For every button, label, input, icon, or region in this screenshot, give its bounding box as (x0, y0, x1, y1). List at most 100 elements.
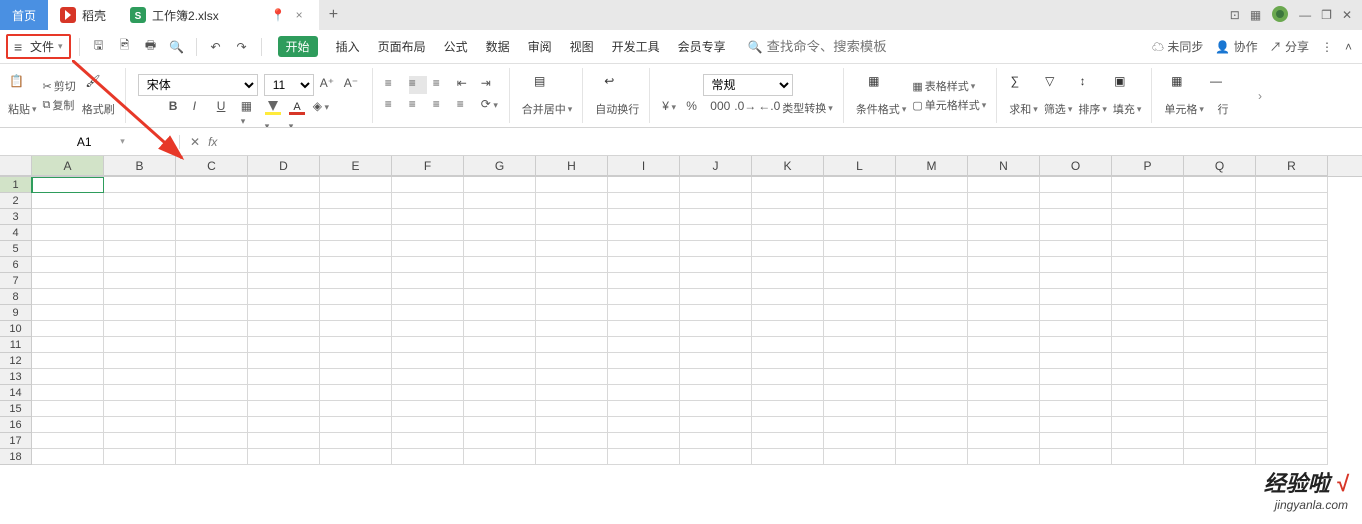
cell[interactable] (824, 225, 896, 241)
cell[interactable] (248, 273, 320, 289)
cell[interactable] (1256, 433, 1328, 449)
cell[interactable] (104, 289, 176, 305)
row-header[interactable]: 8 (0, 289, 32, 305)
indent-inc-icon[interactable]: ⇥ (481, 76, 499, 94)
cell[interactable] (248, 385, 320, 401)
cell[interactable] (752, 417, 824, 433)
cancel-fx-icon[interactable]: ✕ (190, 135, 200, 149)
cell[interactable] (1112, 449, 1184, 465)
cell[interactable] (464, 225, 536, 241)
cell[interactable] (104, 225, 176, 241)
coop-button[interactable]: 👤 协作 (1215, 38, 1257, 55)
cell[interactable] (32, 177, 104, 193)
cell[interactable] (896, 369, 968, 385)
row-header[interactable]: 10 (0, 321, 32, 337)
cell[interactable] (1112, 177, 1184, 193)
cell[interactable] (464, 433, 536, 449)
cell[interactable] (608, 401, 680, 417)
cell[interactable] (248, 433, 320, 449)
more-icon[interactable]: ⋮ (1321, 40, 1333, 54)
cell[interactable] (248, 193, 320, 209)
cell[interactable] (1256, 241, 1328, 257)
cell[interactable] (1184, 417, 1256, 433)
cell[interactable] (752, 273, 824, 289)
cell[interactable] (680, 353, 752, 369)
layout2-icon[interactable]: ▦ (1250, 8, 1261, 22)
cell[interactable] (32, 337, 104, 353)
bold-icon[interactable]: B (169, 99, 187, 117)
row-header[interactable]: 9 (0, 305, 32, 321)
cell[interactable] (1184, 353, 1256, 369)
cell[interactable] (464, 273, 536, 289)
cell[interactable] (464, 385, 536, 401)
row-header[interactable]: 14 (0, 385, 32, 401)
cell[interactable] (896, 337, 968, 353)
row-header[interactable]: 13 (0, 369, 32, 385)
name-box[interactable]: ▾ (0, 135, 180, 149)
cell[interactable] (824, 305, 896, 321)
cell[interactable] (176, 193, 248, 209)
cell[interactable] (680, 225, 752, 241)
cell[interactable] (392, 337, 464, 353)
cell[interactable] (320, 289, 392, 305)
cell[interactable] (1184, 225, 1256, 241)
tab-home[interactable]: 首页 (0, 0, 48, 30)
underline-icon[interactable]: U (217, 99, 235, 117)
cell[interactable] (1256, 401, 1328, 417)
cell[interactable] (680, 417, 752, 433)
cell[interactable] (104, 417, 176, 433)
cell[interactable] (104, 273, 176, 289)
col-header-I[interactable]: I (608, 156, 680, 176)
font-size-select[interactable]: 11 (264, 74, 314, 96)
cell[interactable] (320, 353, 392, 369)
col-header-K[interactable]: K (752, 156, 824, 176)
number-format-select[interactable]: 常规 (703, 74, 793, 96)
cell[interactable] (752, 401, 824, 417)
cell[interactable] (680, 369, 752, 385)
cell[interactable] (104, 257, 176, 273)
unsync-button[interactable]: ☁ 未同步 (1152, 38, 1203, 55)
cell[interactable] (752, 289, 824, 305)
cell[interactable] (1040, 449, 1112, 465)
cell[interactable] (536, 449, 608, 465)
cell[interactable] (392, 305, 464, 321)
cell[interactable] (896, 289, 968, 305)
cell[interactable] (248, 177, 320, 193)
cell[interactable] (608, 385, 680, 401)
cell[interactable] (32, 289, 104, 305)
tab-document[interactable]: S 工作簿2.xlsx 📍 × (118, 0, 319, 30)
cell[interactable] (680, 273, 752, 289)
cell[interactable] (968, 353, 1040, 369)
row-header[interactable]: 15 (0, 401, 32, 417)
cell[interactable] (464, 401, 536, 417)
cell[interactable] (248, 241, 320, 257)
cell[interactable] (536, 353, 608, 369)
cell[interactable] (1112, 193, 1184, 209)
cell[interactable] (392, 385, 464, 401)
collapse-ribbon-icon[interactable]: ˄ (1345, 40, 1352, 54)
cell[interactable] (392, 241, 464, 257)
italic-icon[interactable]: I (193, 99, 211, 117)
window-close-icon[interactable]: ✕ (1342, 8, 1352, 22)
cell[interactable] (104, 337, 176, 353)
cell[interactable] (1112, 433, 1184, 449)
share-button[interactable]: ↗ 分享 (1270, 38, 1309, 55)
cell[interactable] (464, 257, 536, 273)
cell[interactable] (1112, 321, 1184, 337)
cell[interactable] (536, 257, 608, 273)
cell[interactable] (968, 193, 1040, 209)
effects-icon[interactable]: ◈ (313, 99, 331, 117)
cell[interactable] (752, 449, 824, 465)
search-command[interactable]: 🔍 (748, 39, 887, 54)
cell[interactable] (1184, 273, 1256, 289)
cell[interactable] (320, 433, 392, 449)
cell[interactable] (176, 273, 248, 289)
font-name-select[interactable]: 宋体 (138, 74, 258, 96)
cell[interactable] (536, 177, 608, 193)
cell[interactable] (1184, 257, 1256, 273)
indent-dec-icon[interactable]: ⇤ (457, 76, 475, 94)
cell[interactable] (1184, 321, 1256, 337)
cell[interactable] (752, 257, 824, 273)
cell[interactable] (1040, 305, 1112, 321)
col-header-J[interactable]: J (680, 156, 752, 176)
